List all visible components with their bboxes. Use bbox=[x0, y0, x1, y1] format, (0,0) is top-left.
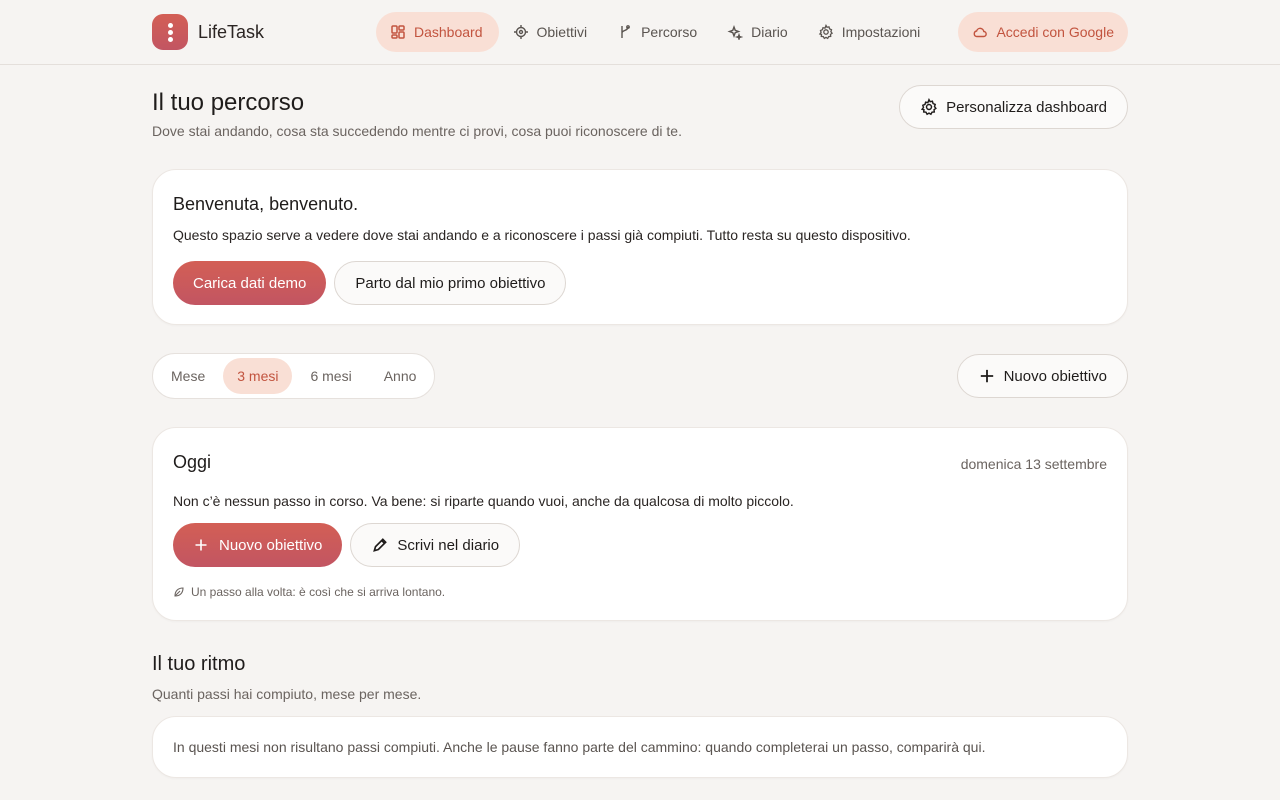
google-login-label: Accedi con Google bbox=[996, 24, 1114, 40]
main-content: Il tuo percorso Dove stai andando, cosa … bbox=[152, 65, 1128, 778]
welcome-text: Questo spazio serve a vedere dove stai a… bbox=[173, 227, 911, 243]
first-goal-label: Parto dal mio primo obiettivo bbox=[355, 274, 546, 292]
nav-item-label: Obiettivi bbox=[536, 24, 588, 40]
today-hint: Un passo alla volta: è così che si arriv… bbox=[173, 585, 1107, 599]
nav-item-label: Dashboard bbox=[414, 24, 483, 40]
target-icon bbox=[513, 25, 528, 39]
nav-item-obiettivi[interactable]: Obiettivi bbox=[499, 12, 604, 52]
nav-item-label: Impostazioni bbox=[841, 24, 921, 40]
plus-icon bbox=[195, 539, 207, 551]
page-header: Il tuo percorso Dove stai andando, cosa … bbox=[152, 65, 1128, 169]
nav-item-diario[interactable]: Diario bbox=[713, 12, 804, 52]
today-hint-text: Un passo alla volta: è così che si arriv… bbox=[191, 585, 446, 599]
pencil-icon bbox=[373, 538, 388, 552]
main-nav: Dashboard Obiettivi Percorso Diario Impo… bbox=[376, 12, 936, 52]
customize-dashboard-button[interactable]: Personalizza dashboard bbox=[899, 85, 1128, 129]
app-name: LifeTask bbox=[198, 21, 265, 42]
gear-icon bbox=[818, 24, 833, 40]
sparkle-icon bbox=[727, 24, 744, 40]
page-subtitle: Dove stai andando, cosa sta succedendo m… bbox=[152, 123, 682, 139]
app-logo-icon bbox=[152, 14, 188, 50]
first-goal-button[interactable]: Parto dal mio primo obiettivo bbox=[334, 261, 567, 305]
period-option-mese[interactable]: Mese bbox=[157, 358, 219, 394]
nav-item-impostazioni[interactable]: Impostazioni bbox=[804, 12, 937, 52]
new-goal-label: Nuovo obiettivo bbox=[1003, 367, 1107, 385]
rhythm-card: In questi mesi non risultano passi compi… bbox=[152, 716, 1128, 778]
load-demo-label: Carica dati demo bbox=[193, 274, 307, 292]
rhythm-title: Il tuo ritmo bbox=[152, 653, 246, 675]
write-journal-label: Scrivi nel diario bbox=[397, 536, 500, 554]
top-bar: LifeTask Dashboard Obiettivi Percorso Di… bbox=[0, 0, 1280, 65]
today-date: domenica 13 settembre bbox=[960, 456, 1107, 472]
today-new-goal-button[interactable]: Nuovo obiettivo bbox=[173, 523, 343, 567]
plus-icon bbox=[980, 369, 993, 383]
brand[interactable]: LifeTask bbox=[152, 14, 264, 50]
page-title: Il tuo percorso bbox=[152, 89, 305, 116]
welcome-card: Benvenuta, benvenuto. Questo spazio serv… bbox=[152, 169, 1128, 325]
write-journal-button[interactable]: Scrivi nel diario bbox=[350, 523, 521, 567]
nav-item-label: Diario bbox=[751, 24, 788, 40]
today-card: Oggi domenica 13 settembre Non c’è nessu… bbox=[152, 427, 1128, 621]
rhythm-subtitle: Quanti passi hai compiuto, mese per mese… bbox=[152, 686, 422, 702]
gear-icon bbox=[920, 98, 937, 116]
today-new-goal-label: Nuovo obiettivo bbox=[219, 536, 323, 554]
cloud-icon bbox=[974, 27, 988, 38]
nav-item-dashboard[interactable]: Dashboard bbox=[376, 12, 499, 52]
path-icon bbox=[621, 25, 630, 38]
period-option-6-mesi[interactable]: 6 mesi bbox=[296, 358, 365, 394]
period-selector: Mese 3 mesi 6 mesi Anno bbox=[152, 353, 436, 399]
leaf-icon bbox=[174, 587, 184, 597]
nav-item-label: Percorso bbox=[641, 24, 698, 40]
load-demo-button[interactable]: Carica dati demo bbox=[173, 261, 327, 305]
today-text: Non c’è nessun passo in corso. Va bene: … bbox=[173, 493, 794, 509]
rhythm-empty-text: In questi mesi non risultano passi compi… bbox=[173, 739, 986, 755]
customize-dashboard-label: Personalizza dashboard bbox=[946, 98, 1107, 116]
period-option-anno[interactable]: Anno bbox=[370, 358, 431, 394]
controls-row: Mese 3 mesi 6 mesi Anno Nuovo obiettivo bbox=[152, 353, 1128, 399]
dashboard-icon bbox=[391, 25, 405, 39]
google-login-button[interactable]: Accedi con Google bbox=[958, 12, 1128, 52]
welcome-title: Benvenuta, benvenuto. bbox=[173, 194, 359, 214]
period-option-3-mesi[interactable]: 3 mesi bbox=[223, 358, 293, 394]
nav-item-percorso[interactable]: Percorso bbox=[603, 12, 713, 52]
new-goal-button[interactable]: Nuovo obiettivo bbox=[956, 354, 1128, 398]
